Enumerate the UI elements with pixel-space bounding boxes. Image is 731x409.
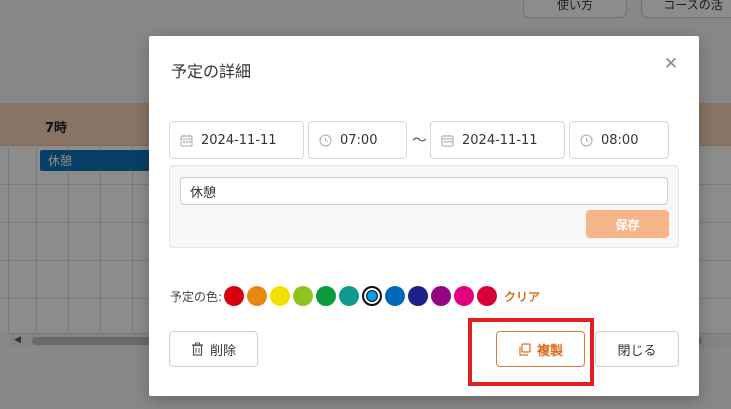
delete-button[interactable]: 削除 (169, 331, 258, 367)
color-swatch[interactable] (454, 286, 475, 306)
end-date-field[interactable]: 2024-11-11 (430, 121, 565, 159)
color-picker: 予定の色: クリア (170, 285, 540, 307)
clear-color-link[interactable]: クリア (504, 288, 540, 305)
color-swatch[interactable] (316, 286, 337, 306)
color-swatch[interactable] (431, 286, 452, 306)
color-swatch[interactable] (293, 286, 314, 306)
start-date-field[interactable]: 2024-11-11 (169, 121, 304, 159)
color-swatch[interactable] (270, 286, 291, 306)
save-button[interactable]: 保存 (586, 210, 669, 238)
color-swatch[interactable] (247, 286, 268, 306)
end-time-field[interactable]: 08:00 (569, 121, 669, 159)
clock-icon (319, 134, 332, 146)
event-detail-dialog: 予定の詳細 ✕ 2024-11-11 07:00 ～ 2024-11-11 08… (149, 36, 699, 396)
dialog-title: 予定の詳細 (171, 62, 252, 81)
delete-label: 削除 (209, 343, 236, 359)
close-button[interactable]: 閉じる (595, 331, 679, 367)
start-date-value: 2024-11-11 (201, 132, 277, 148)
memo-input[interactable] (180, 177, 668, 205)
calendar-icon (441, 134, 454, 146)
end-date-value: 2024-11-11 (462, 132, 538, 148)
highlight-box (468, 318, 594, 386)
trash-icon (191, 342, 203, 356)
color-swatch[interactable] (224, 286, 245, 306)
color-swatch[interactable] (385, 286, 406, 306)
color-swatch[interactable] (362, 286, 383, 306)
close-icon[interactable]: ✕ (661, 54, 681, 74)
start-time-field[interactable]: 07:00 (308, 121, 407, 159)
color-swatch[interactable] (408, 286, 429, 306)
end-time-value: 08:00 (601, 132, 639, 148)
clock-icon (580, 134, 593, 146)
color-swatch[interactable] (339, 286, 360, 306)
color-label: 予定の色: (170, 289, 223, 304)
range-separator: ～ (412, 131, 428, 149)
start-time-value: 07:00 (340, 132, 378, 148)
color-swatch[interactable] (477, 286, 498, 306)
calendar-icon (180, 134, 193, 146)
memo-section: 保存 (169, 165, 679, 248)
color-swatches (224, 286, 500, 306)
